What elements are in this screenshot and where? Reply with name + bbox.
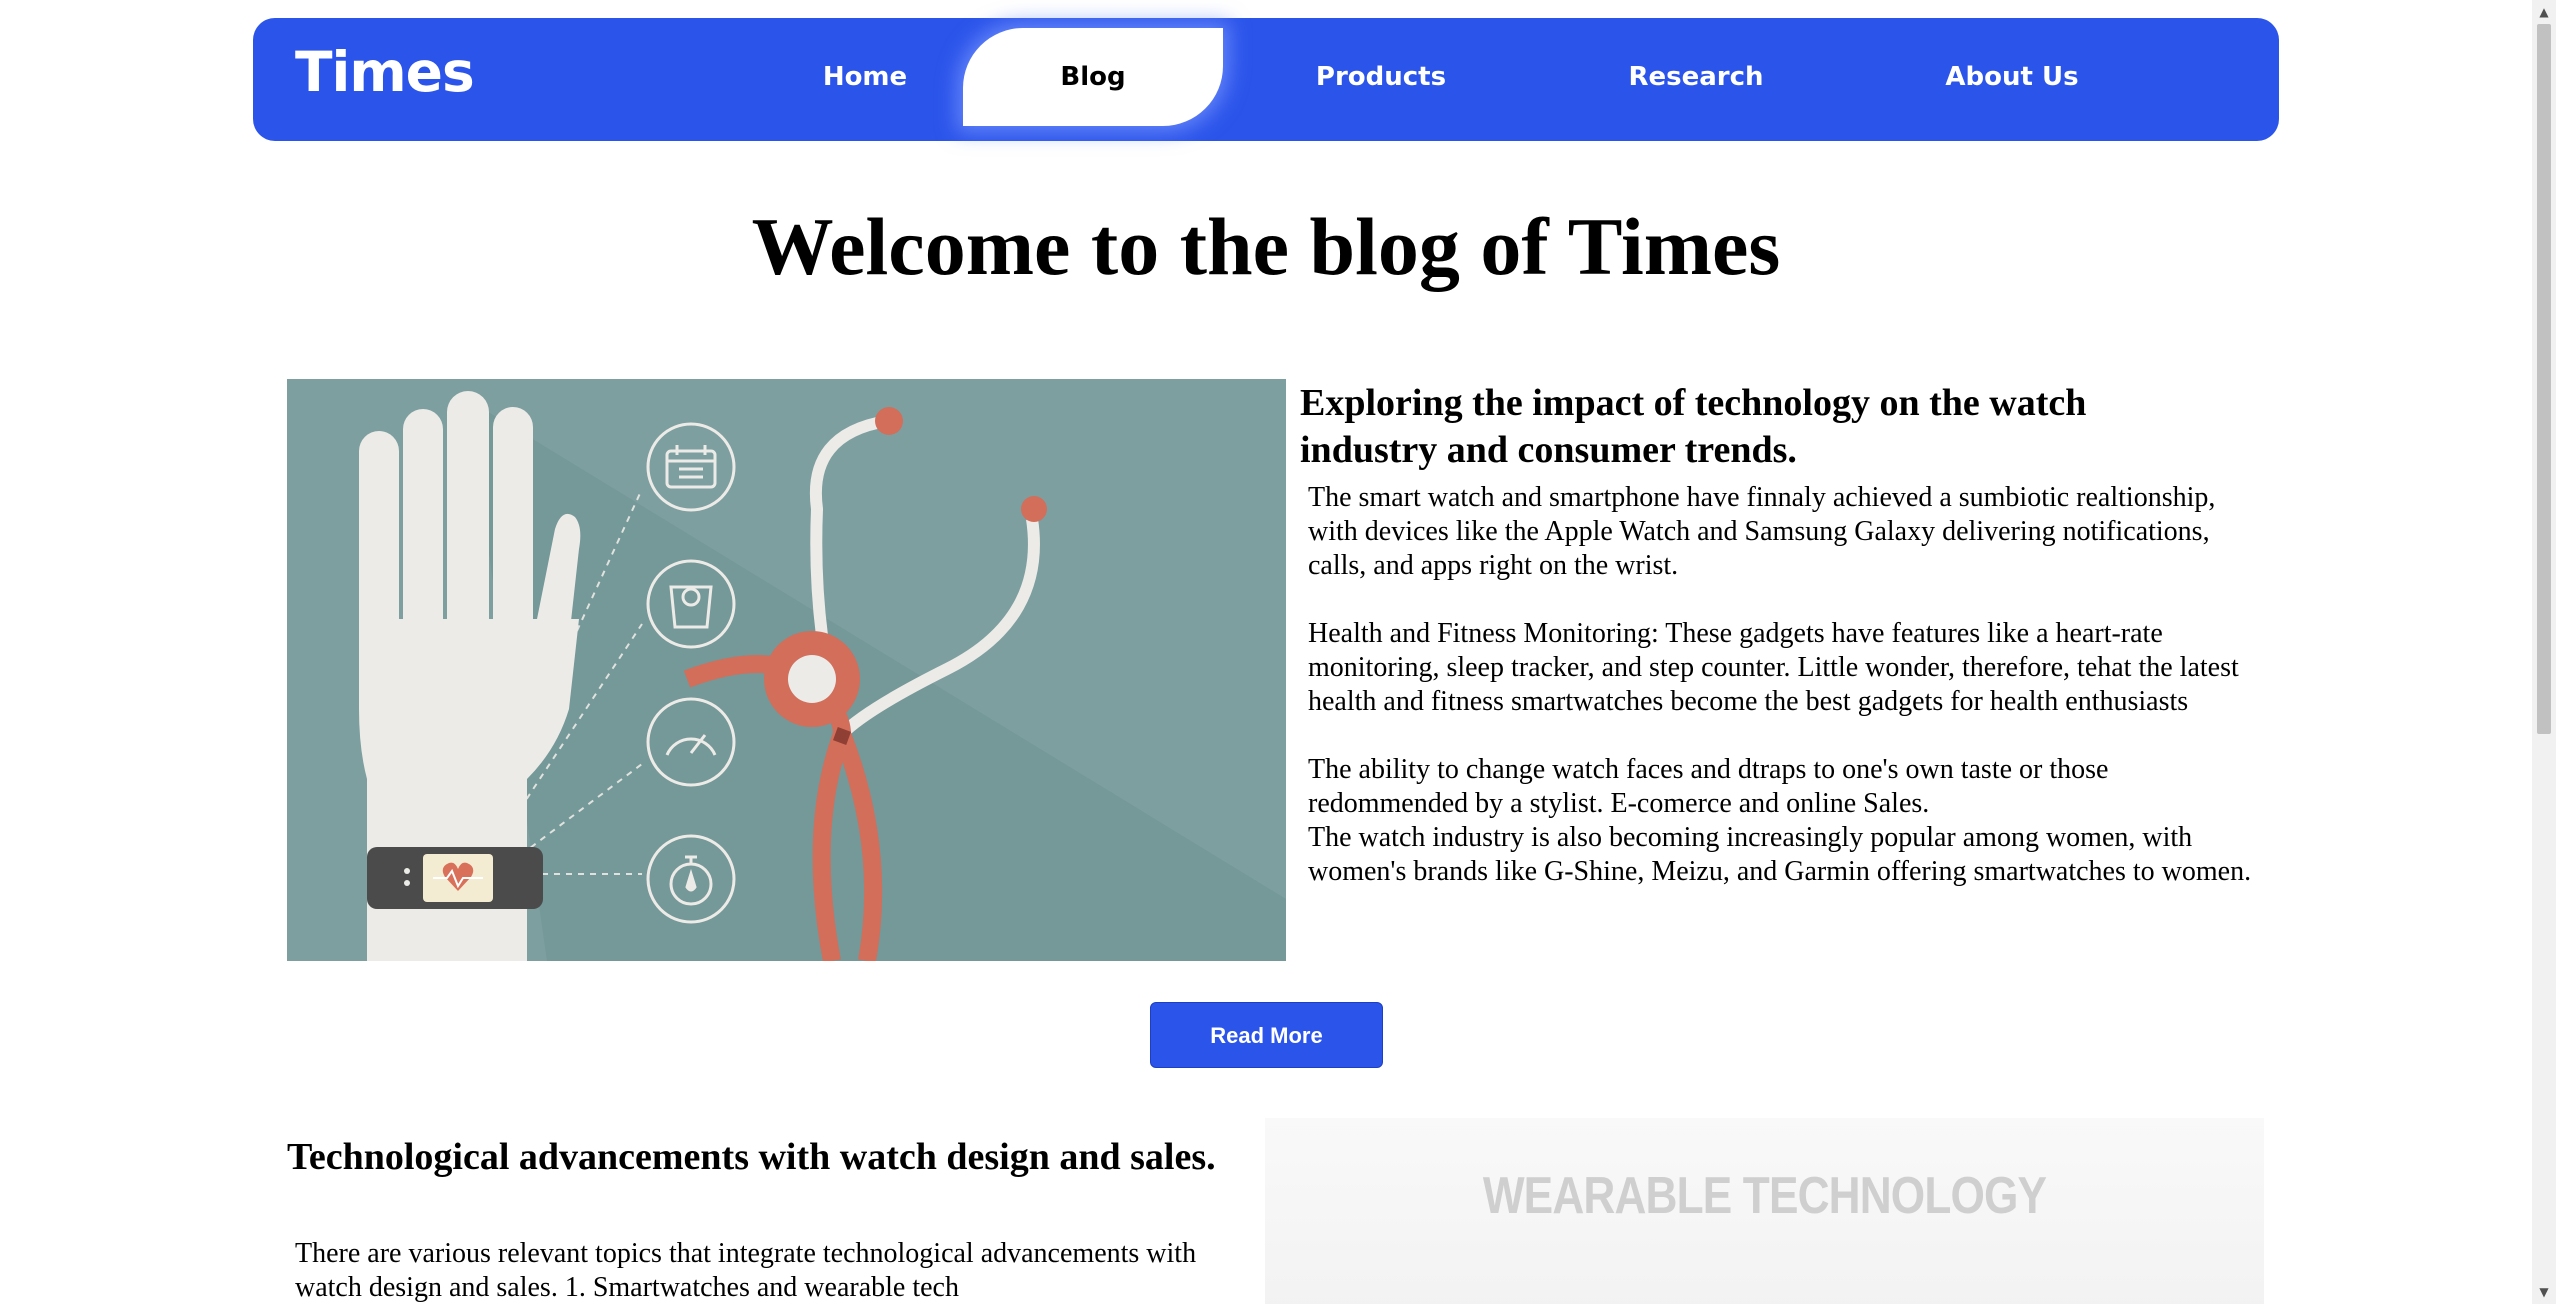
article-paragraph: The ability to change watch faces and dt… [1308, 754, 2109, 819]
wearable-technology-title: WEARABLE TECHNOLOGY [1482, 1167, 2047, 1225]
page-title: Welcome to the blog of Times [751, 201, 1781, 292]
nav-item-blog[interactable]: Blog [963, 28, 1223, 126]
article-heading: Exploring the impact of technology on th… [1300, 382, 2087, 471]
article-body: There are various relevant topics that i… [295, 1237, 1245, 1304]
read-more-button[interactable]: Read More [1150, 1002, 1383, 1068]
article-heading: Technological advancements with watch de… [287, 1136, 1216, 1178]
fitness-band-icon [367, 847, 543, 909]
nav-item-home[interactable]: Home [765, 18, 965, 141]
navbar: Times Home Blog Products Research About … [253, 18, 2279, 141]
article-paragraph: The smart watch and smartphone have finn… [1308, 482, 2216, 581]
wearable-technology-image: WEARABLE TECHNOLOGY [1265, 1118, 2264, 1304]
scroll-up-arrow-icon[interactable]: ▲ [2532, 0, 2556, 24]
article-paragraph: There are various relevant topics that i… [295, 1238, 1197, 1303]
health-tech-illustration [287, 379, 1286, 961]
nav-item-products[interactable]: Products [1281, 18, 1481, 141]
article-paragraph: The watch industry is also becoming incr… [1308, 822, 2252, 887]
nav-item-about-us[interactable]: About Us [1912, 18, 2112, 141]
article-paragraph: Health and Fitness Monitoring: These gad… [1308, 618, 2239, 717]
scroll-down-arrow-icon[interactable]: ▼ [2532, 1280, 2556, 1304]
article-body: The smart watch and smartphone have finn… [1308, 481, 2268, 889]
nav-item-research[interactable]: Research [1596, 18, 1796, 141]
vertical-scrollbar[interactable]: ▲ ▼ [2532, 0, 2556, 1304]
site-logo[interactable]: Times [295, 40, 475, 104]
scrollbar-thumb[interactable] [2537, 24, 2551, 734]
